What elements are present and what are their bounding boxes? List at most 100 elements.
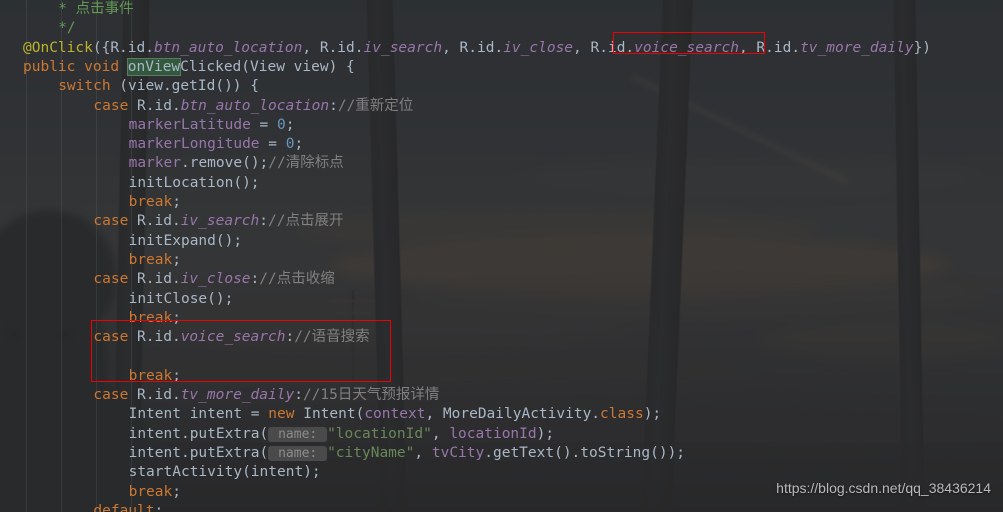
code-token: , bbox=[414, 444, 432, 461]
code-token: locationId bbox=[449, 425, 537, 442]
code-line[interactable]: marker.remove();//清除标点 bbox=[23, 154, 344, 173]
code-comment: //15日天气预报详情 bbox=[302, 387, 440, 403]
code-token: R.id. bbox=[110, 39, 154, 56]
code-token: .remove(); bbox=[180, 155, 269, 172]
code-token: iv_close bbox=[503, 39, 574, 56]
code-line[interactable]: markerLatitude = 0; bbox=[23, 116, 295, 135]
code-token: case bbox=[93, 387, 129, 403]
code-token: tvCity bbox=[431, 444, 485, 461]
code-line[interactable]: break; bbox=[23, 251, 181, 270]
code-line[interactable]: break; bbox=[23, 367, 181, 386]
code-token: }) bbox=[913, 39, 932, 56]
code-line[interactable]: * 点击事件 bbox=[23, 0, 134, 19]
code-token: : bbox=[285, 329, 295, 346]
code-line[interactable]: @OnClick({R.id.btn_auto_location, R.id.i… bbox=[23, 39, 931, 58]
code-token: .getText().toString()); bbox=[484, 444, 686, 461]
code-line[interactable]: break; bbox=[23, 483, 181, 502]
code-token: (View view) { bbox=[241, 58, 355, 75]
code-token: iv_search bbox=[363, 39, 443, 56]
code-line[interactable]: case R.id.iv_search://点击展开 bbox=[23, 212, 343, 231]
code-line[interactable]: Intent intent = new Intent(context, More… bbox=[23, 405, 662, 424]
code-line[interactable]: public void onViewClicked(View view) { bbox=[23, 57, 355, 77]
code-token: new bbox=[268, 406, 295, 423]
code-comment: */ bbox=[58, 20, 76, 37]
code-editor-screenshot: * 点击事件 */@OnClick({R.id.btn_auto_location… bbox=[0, 0, 1003, 512]
code-line[interactable]: markerLongitude = 0; bbox=[23, 135, 304, 154]
code-token: R.id. bbox=[128, 271, 181, 288]
code-token: Clicked bbox=[180, 58, 242, 75]
code-token: iv_close bbox=[180, 271, 251, 288]
code-token: tv_more_daily bbox=[180, 387, 295, 403]
code-token: marker bbox=[128, 155, 181, 172]
code-token: voice_search bbox=[180, 329, 286, 346]
code-token: intent.putExtra( bbox=[128, 444, 269, 461]
code-token: ); bbox=[536, 425, 555, 442]
parameter-hint: name: bbox=[268, 426, 328, 442]
code-comment: //重新定位 bbox=[337, 97, 414, 114]
code-token: ; bbox=[172, 483, 181, 500]
code-token: ; bbox=[172, 251, 181, 268]
code-line[interactable]: */ bbox=[23, 19, 76, 38]
code-line[interactable]: initExpand(); bbox=[23, 232, 243, 251]
code-token: ; bbox=[172, 194, 181, 210]
code-token: : bbox=[259, 213, 269, 230]
parameter-hint: name: bbox=[268, 445, 328, 461]
code-token: R.id. bbox=[128, 387, 181, 403]
code-line[interactable]: startActivity(intent); bbox=[23, 463, 321, 482]
code-line[interactable]: case R.id.voice_search://语音搜索 bbox=[23, 328, 370, 347]
code-token: : bbox=[154, 502, 164, 512]
code-comment: //清除标点 bbox=[268, 155, 344, 172]
watermark-url: https://blog.csdn.net/qq_38436214 bbox=[776, 480, 991, 496]
code-comment: //语音搜索 bbox=[294, 329, 370, 346]
code-line[interactable]: intent.putExtra( name: "locationId", loc… bbox=[23, 425, 554, 444]
code-content[interactable]: * 点击事件 */@OnClick({R.id.btn_auto_location… bbox=[0, 0, 1003, 512]
code-token: break bbox=[128, 309, 173, 326]
code-line[interactable]: case R.id.iv_close://点击收缩 bbox=[23, 270, 335, 289]
code-token: ({ bbox=[92, 39, 111, 56]
code-token: tv_more_daily bbox=[800, 39, 914, 56]
code-line[interactable]: default: bbox=[23, 502, 163, 512]
code-line[interactable]: case R.id.btn_auto_location://重新定位 bbox=[23, 97, 413, 116]
code-token: intent.putExtra( bbox=[128, 425, 269, 442]
code-comment: //点击展开 bbox=[268, 213, 344, 230]
code-token: initClose(); bbox=[128, 290, 234, 307]
code-token: (view.getId()) { bbox=[110, 78, 259, 95]
code-token: R.id. bbox=[128, 213, 181, 230]
code-token: break bbox=[128, 483, 173, 500]
code-token: default bbox=[93, 502, 155, 512]
code-token: iv_search bbox=[180, 213, 260, 230]
code-token: class bbox=[600, 406, 644, 423]
code-line[interactable]: case R.id.tv_more_daily://15日天气预报详情 bbox=[23, 386, 439, 405]
code-token: = bbox=[259, 136, 286, 153]
code-token: markerLongitude bbox=[128, 136, 260, 153]
code-comment: * 点击事件 bbox=[58, 1, 134, 17]
code-token: btn_auto_location bbox=[153, 39, 303, 56]
code-token: switch bbox=[58, 78, 111, 95]
code-line[interactable]: intent.putExtra( name: "cityName", tvCit… bbox=[23, 444, 685, 463]
code-token: case bbox=[93, 329, 129, 346]
code-token: case bbox=[93, 97, 129, 114]
code-token: ; bbox=[285, 116, 295, 133]
code-token: Intent( bbox=[294, 406, 365, 423]
code-token: markerLatitude bbox=[128, 116, 251, 133]
code-token: @OnClick bbox=[23, 39, 93, 56]
code-token: Intent intent = bbox=[128, 406, 269, 423]
code-token: initLocation(); bbox=[128, 174, 260, 191]
code-token: R.id. bbox=[459, 39, 504, 56]
code-line[interactable]: break; bbox=[23, 193, 181, 212]
code-line[interactable]: break; bbox=[23, 309, 181, 328]
code-line[interactable]: switch (view.getId()) { bbox=[23, 77, 259, 96]
code-token: = bbox=[250, 116, 278, 133]
code-token: voice_search bbox=[634, 39, 739, 56]
code-token: R.id. bbox=[128, 329, 181, 346]
code-token: , bbox=[442, 39, 460, 56]
code-comment: //点击收缩 bbox=[259, 271, 335, 288]
code-token: break bbox=[128, 194, 173, 210]
code-token: context bbox=[364, 406, 426, 423]
code-token: : bbox=[250, 271, 260, 288]
code-line[interactable]: initClose(); bbox=[23, 290, 234, 309]
code-token: case bbox=[93, 271, 129, 288]
code-line[interactable]: initLocation(); bbox=[23, 174, 260, 193]
